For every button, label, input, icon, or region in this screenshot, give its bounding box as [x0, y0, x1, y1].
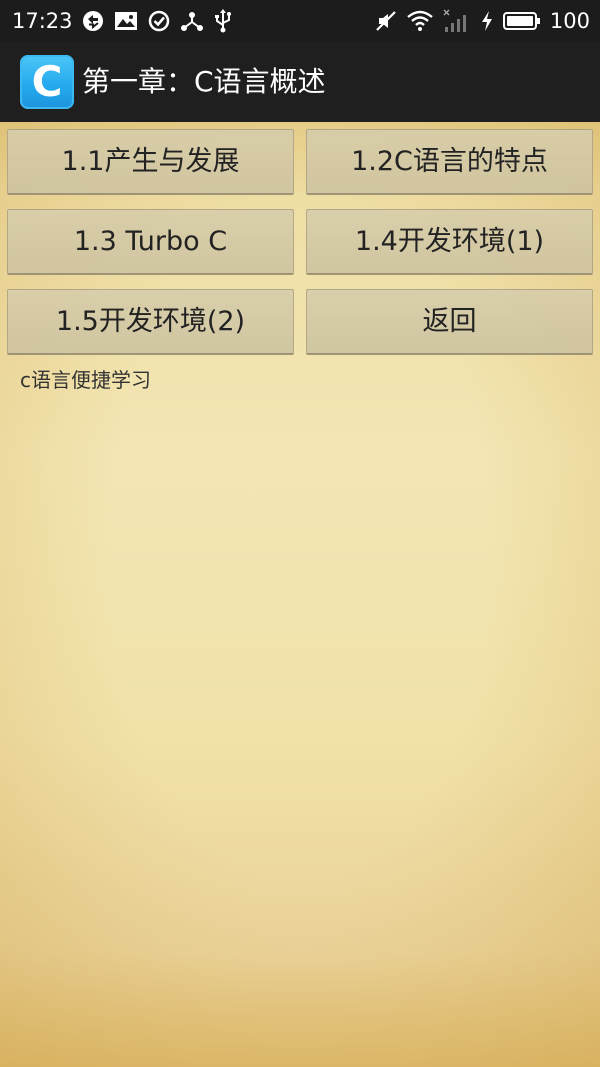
app-icon-letter: C — [31, 57, 63, 106]
button-1-5-dev-env-2[interactable]: 1.5开发环境(2) — [7, 289, 294, 355]
status-bar: 17:23 100 — [0, 0, 600, 42]
battery-level-text: 100 — [549, 9, 590, 33]
status-right-icons: 100 — [375, 8, 590, 34]
share-icon — [180, 10, 204, 32]
sync-icon — [82, 10, 104, 32]
status-left-icons — [82, 9, 232, 33]
image-icon — [114, 11, 138, 31]
check-circle-icon — [148, 10, 170, 32]
button-1-1-origin[interactable]: 1.1产生与发展 — [7, 129, 294, 195]
app-icon[interactable]: C — [20, 55, 74, 109]
wifi-icon — [406, 10, 434, 32]
action-bar: C 第一章：C语言概述 — [0, 42, 600, 122]
charging-icon — [480, 10, 494, 32]
back-button[interactable]: 返回 — [306, 289, 593, 355]
button-1-3-turbo-c[interactable]: 1.3 Turbo C — [7, 209, 294, 275]
mute-icon — [375, 10, 397, 32]
button-1-2-features[interactable]: 1.2C语言的特点 — [306, 129, 593, 195]
usb-icon — [214, 9, 232, 33]
button-1-4-dev-env-1[interactable]: 1.4开发环境(1) — [306, 209, 593, 275]
page-title: 第一章：C语言概述 — [82, 65, 326, 98]
content-area: 1.1产生与发展 1.2C语言的特点 1.3 Turbo C 1.4开发环境(1… — [0, 122, 600, 1067]
status-time: 17:23 — [12, 9, 73, 33]
signal-icon — [443, 9, 471, 33]
battery-icon — [502, 11, 541, 31]
footer-caption: c语言便捷学习 — [20, 368, 151, 392]
